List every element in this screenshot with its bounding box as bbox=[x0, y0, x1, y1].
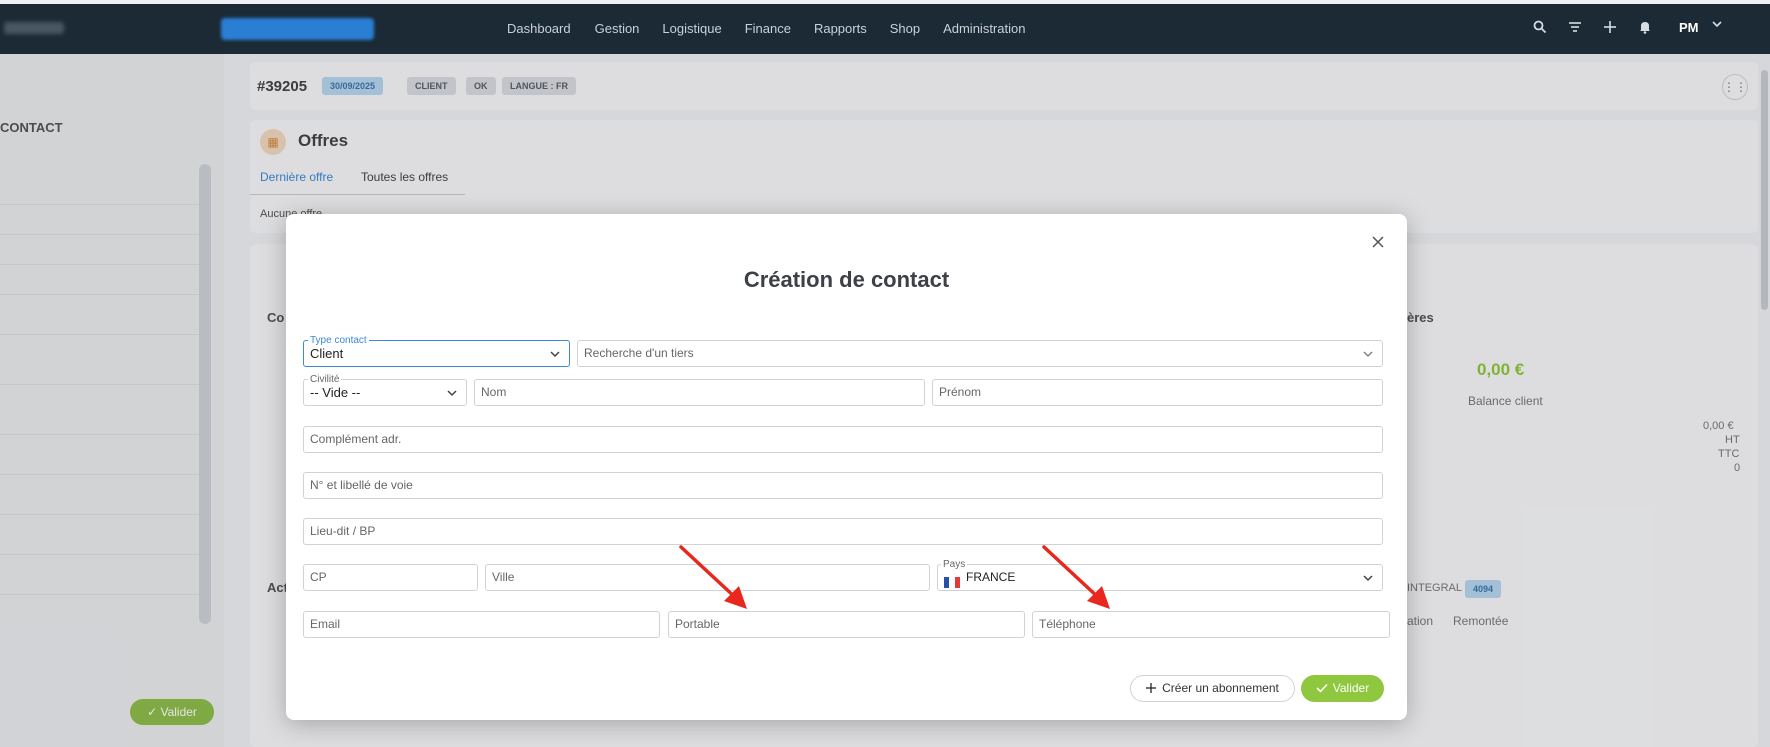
nav-logistique[interactable]: Logistique bbox=[662, 21, 721, 36]
prenom-placeholder: Prénom bbox=[939, 385, 982, 399]
modal-title: Création de contact bbox=[743, 267, 950, 292]
voie-placeholder: N° et libellé de voie bbox=[310, 478, 413, 492]
type-contact-value: Client bbox=[310, 346, 344, 361]
ville-placeholder: Ville bbox=[492, 570, 515, 584]
nav-finance[interactable]: Finance bbox=[745, 21, 791, 36]
nom-placeholder: Nom bbox=[481, 385, 507, 399]
chevron-down-icon bbox=[549, 341, 561, 366]
pays-value: FRANCE bbox=[966, 570, 1016, 584]
civilite-value: -- Vide -- bbox=[310, 385, 361, 400]
telephone-field[interactable]: Téléphone bbox=[1032, 611, 1390, 638]
close-icon[interactable] bbox=[1369, 233, 1387, 251]
lieudit-field[interactable]: Lieu-dit / BP bbox=[303, 518, 1383, 545]
bell-icon[interactable] bbox=[1636, 20, 1654, 38]
nav-shop[interactable]: Shop bbox=[890, 21, 920, 36]
chevron-down-icon bbox=[1362, 565, 1374, 590]
valider-button[interactable]: Valider bbox=[1301, 675, 1384, 702]
annotation-arrow-telephone bbox=[1042, 545, 1110, 609]
nom-field[interactable]: Nom bbox=[474, 379, 925, 406]
check-icon bbox=[1316, 683, 1328, 693]
chevron-down-icon bbox=[1362, 341, 1374, 366]
search-icon[interactable] bbox=[1531, 20, 1549, 38]
cp-field[interactable]: CP bbox=[303, 564, 478, 591]
lieudit-placeholder: Lieu-dit / BP bbox=[310, 524, 376, 538]
filter-icon[interactable] bbox=[1566, 20, 1584, 38]
france-flag-icon bbox=[944, 572, 960, 589]
valider-label: Valider bbox=[1332, 681, 1370, 695]
chevron-down-icon bbox=[446, 380, 458, 405]
nav-dashboard[interactable]: Dashboard bbox=[507, 21, 571, 36]
voie-field[interactable]: N° et libellé de voie bbox=[303, 472, 1383, 499]
complement-placeholder: Complément adr. bbox=[310, 432, 402, 446]
complement-adresse-field[interactable]: Complément adr. bbox=[303, 426, 1383, 453]
user-avatar[interactable]: PM bbox=[1679, 20, 1699, 35]
workspace-selector[interactable] bbox=[221, 18, 374, 40]
nav-rapports[interactable]: Rapports bbox=[814, 21, 867, 36]
cp-placeholder: CP bbox=[310, 570, 327, 584]
portable-field[interactable]: Portable bbox=[668, 611, 1025, 638]
annotation-arrow-portable bbox=[679, 545, 747, 609]
tiers-search-placeholder: Recherche d'un tiers bbox=[584, 346, 694, 360]
app-logo[interactable] bbox=[4, 22, 64, 34]
type-contact-label: Type contact bbox=[308, 335, 369, 347]
civilite-label: Civilité bbox=[308, 374, 342, 386]
top-navbar: Dashboard Gestion Logistique Finance Rap… bbox=[0, 4, 1770, 54]
email-placeholder: Email bbox=[310, 617, 341, 631]
portable-placeholder: Portable bbox=[675, 617, 720, 631]
plus-icon[interactable] bbox=[1601, 20, 1619, 38]
telephone-placeholder: Téléphone bbox=[1039, 617, 1096, 631]
prenom-field[interactable]: Prénom bbox=[932, 379, 1383, 406]
create-subscription-button[interactable]: Créer un abonnement bbox=[1130, 675, 1295, 702]
chevron-down-icon[interactable] bbox=[1711, 18, 1723, 33]
nav-gestion[interactable]: Gestion bbox=[595, 21, 640, 36]
tiers-search-select[interactable]: Recherche d'un tiers bbox=[577, 340, 1383, 367]
create-subscription-label: Créer un abonnement bbox=[1162, 681, 1279, 695]
pays-label: Pays bbox=[941, 559, 968, 571]
main-nav: Dashboard Gestion Logistique Finance Rap… bbox=[507, 21, 1025, 36]
pays-select[interactable]: FRANCE bbox=[937, 564, 1383, 591]
plus-icon bbox=[1146, 683, 1157, 693]
email-field[interactable]: Email bbox=[303, 611, 660, 638]
nav-administration[interactable]: Administration bbox=[943, 21, 1025, 36]
